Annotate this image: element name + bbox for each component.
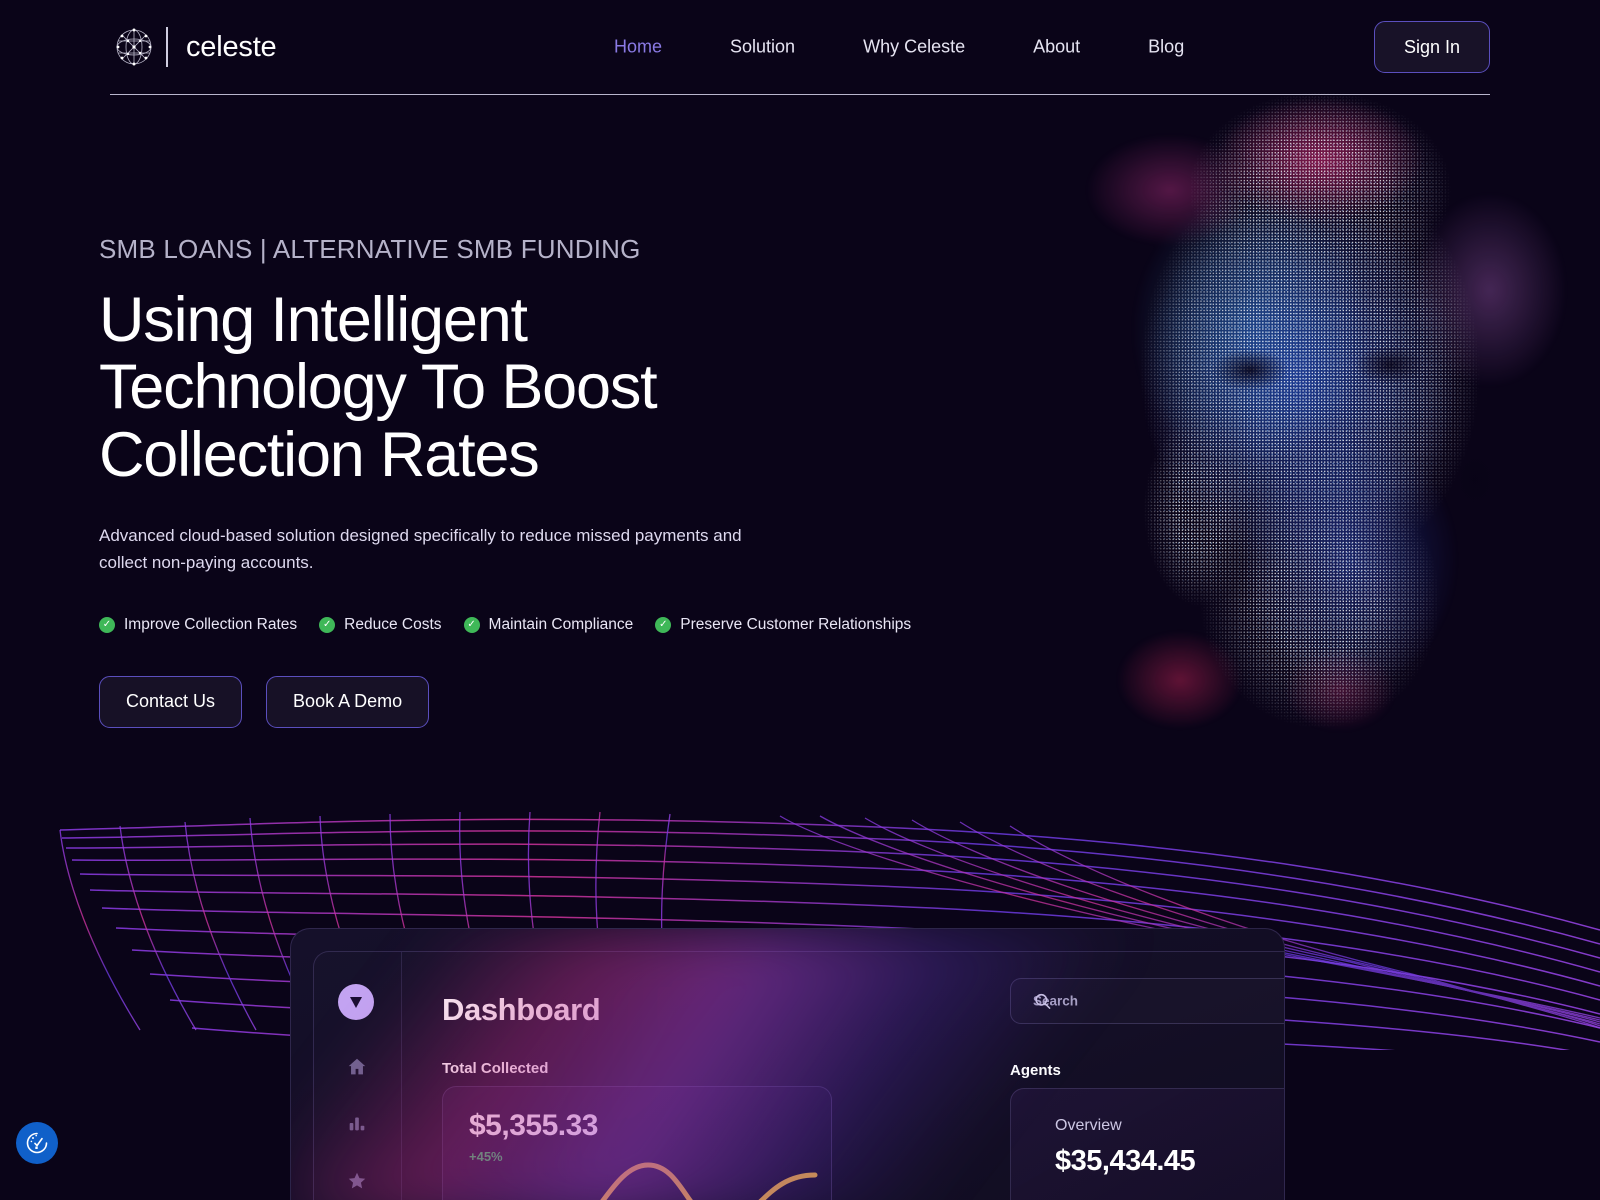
total-collected-card: $5,355.33 +45% bbox=[442, 1086, 832, 1200]
main-nav: Home Solution Why Celeste About Blog bbox=[580, 37, 1218, 58]
hero-section: SMB LOANS | ALTERNATIVE SMB FUNDING Usin… bbox=[99, 234, 999, 728]
search-icon[interactable] bbox=[1033, 992, 1052, 1011]
portrait-dots bbox=[1020, 80, 1580, 740]
hero-eyebrow: SMB LOANS | ALTERNATIVE SMB FUNDING bbox=[99, 234, 641, 264]
nav-item-about[interactable]: About bbox=[999, 37, 1114, 58]
contact-us-button[interactable]: Contact Us bbox=[99, 675, 243, 728]
feature-label: Preserve Customer Relationships bbox=[680, 615, 912, 633]
nav-item-solution[interactable]: Solution bbox=[696, 37, 829, 58]
hero-subtext: Advanced cloud-based solution designed s… bbox=[99, 526, 742, 572]
search-input[interactable]: Search bbox=[1010, 978, 1284, 1024]
nav-item-home[interactable]: Home bbox=[580, 37, 696, 58]
portrait-shading bbox=[1020, 80, 1580, 740]
total-collected-label: Total Collected bbox=[442, 1060, 549, 1077]
feature-item: ✓ Maintain Compliance bbox=[463, 615, 634, 634]
landing-page: celeste Home Solution Why Celeste About … bbox=[0, 0, 1600, 1200]
site-header: celeste Home Solution Why Celeste About … bbox=[0, 0, 1600, 106]
total-collected-change: +45% bbox=[469, 1149, 503, 1164]
overview-amount: $35,434.45 bbox=[1055, 1145, 1196, 1177]
feature-item: ✓ Reduce Costs bbox=[319, 615, 442, 634]
cta-group: Contact Us Book A Demo bbox=[99, 675, 999, 728]
check-circle-icon: ✓ bbox=[99, 616, 115, 633]
sign-in-button[interactable]: Sign In bbox=[1374, 21, 1490, 73]
agents-label: Agents bbox=[1010, 1062, 1061, 1079]
book-a-demo-button[interactable]: Book A Demo bbox=[266, 675, 430, 728]
overview-label: Overview bbox=[1055, 1117, 1122, 1134]
agents-overview-card: Overview $35,434.45 bbox=[1010, 1088, 1284, 1200]
check-circle-icon: ✓ bbox=[463, 616, 480, 633]
nav-item-blog[interactable]: Blog bbox=[1114, 37, 1218, 58]
logo-divider bbox=[166, 27, 168, 67]
bar-chart-icon[interactable] bbox=[346, 1112, 368, 1134]
feature-label: Improve Collection Rates bbox=[124, 615, 298, 633]
dashboard-title: Dashboard bbox=[442, 992, 601, 1027]
dashboard-preview: Dashboard Total Collected $5,355.33 +45%… bbox=[290, 928, 1285, 1200]
accessibility-widget-button[interactable] bbox=[16, 1122, 58, 1164]
feature-label: Reduce Costs bbox=[344, 615, 442, 633]
network-globe-icon bbox=[110, 23, 158, 71]
total-collected-amount: $5,355.33 bbox=[469, 1109, 598, 1142]
feature-label: Maintain Compliance bbox=[488, 615, 634, 633]
brand-name: celeste bbox=[186, 30, 277, 63]
dashboard-sidebar bbox=[314, 952, 402, 1200]
hero-particle-portrait bbox=[980, 60, 1600, 760]
page-title: Using Intelligent Technology To Boost Co… bbox=[99, 285, 658, 490]
feature-item: ✓ Preserve Customer Relationships bbox=[655, 616, 911, 634]
home-icon[interactable] bbox=[346, 1056, 368, 1078]
brand-logo[interactable]: celeste bbox=[110, 23, 277, 71]
star-icon[interactable] bbox=[346, 1170, 368, 1192]
header-divider bbox=[110, 94, 1490, 95]
feature-item: ✓ Improve Collection Rates bbox=[99, 616, 297, 634]
nav-item-why-celeste[interactable]: Why Celeste bbox=[829, 37, 999, 58]
brand-mark-icon bbox=[338, 984, 374, 1020]
portrait-glow bbox=[1020, 80, 1580, 740]
feature-list: ✓ Improve Collection Rates ✓ Reduce Cost… bbox=[99, 616, 999, 634]
check-circle-icon: ✓ bbox=[655, 616, 672, 633]
check-circle-icon: ✓ bbox=[319, 616, 336, 633]
trend-line-chart bbox=[600, 1162, 818, 1200]
